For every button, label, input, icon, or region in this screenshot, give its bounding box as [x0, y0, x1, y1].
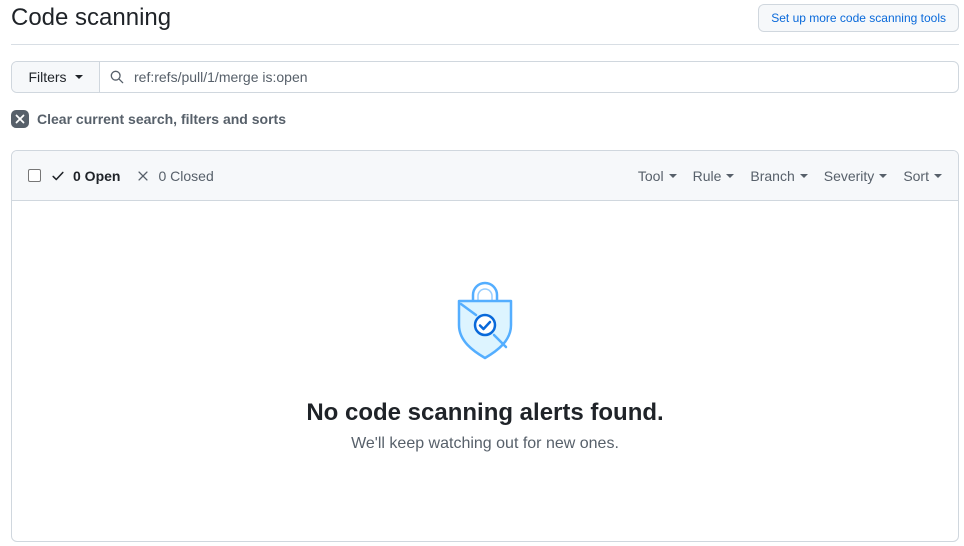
- filters-dropdown-button[interactable]: Filters: [12, 62, 100, 92]
- search-wrapper: [100, 62, 958, 92]
- open-count-label: 0 Open: [73, 167, 121, 184]
- search-icon: [110, 70, 124, 84]
- filter-bar: Filters: [11, 61, 959, 93]
- alerts-box: 0 Open 0 Closed Tool Rule Branch Severit…: [11, 150, 959, 542]
- select-all-checkbox[interactable]: [28, 169, 41, 182]
- empty-state-title: No code scanning alerts found.: [306, 399, 664, 426]
- branch-filter-label: Branch: [750, 167, 795, 184]
- caret-down-icon: [879, 173, 888, 178]
- caret-down-icon: [668, 173, 677, 178]
- sort-label: Sort: [903, 167, 929, 184]
- sort-dropdown[interactable]: Sort: [903, 168, 942, 184]
- rule-filter-label: Rule: [692, 167, 722, 184]
- setup-code-scanning-button[interactable]: Set up more code scanning tools: [758, 4, 959, 32]
- shield-check-icon: [457, 281, 513, 360]
- page-title: Code scanning: [11, 4, 172, 31]
- tool-filter-label: Tool: [637, 167, 664, 184]
- empty-state: No code scanning alerts found. We'll kee…: [12, 279, 958, 453]
- clear-filters-link[interactable]: Clear current search, filters and sorts: [11, 109, 286, 129]
- page-header: Code scanning Set up more code scanning …: [11, 0, 959, 45]
- clear-filters-label: Clear current search, filters and sorts: [37, 111, 286, 127]
- page: Code scanning Set up more code scanning …: [0, 0, 964, 546]
- alerts-box-header: 0 Open 0 Closed Tool Rule Branch Severit…: [12, 151, 958, 201]
- branch-filter-dropdown[interactable]: Branch: [750, 167, 808, 184]
- caret-down-icon: [934, 173, 942, 178]
- severity-filter-label: Severity: [823, 167, 875, 184]
- caret-down-icon: [74, 75, 83, 79]
- search-input[interactable]: [134, 62, 958, 92]
- filters-label: Filters: [28, 69, 67, 85]
- tab-open[interactable]: 0 Open: [51, 168, 120, 184]
- closed-count-label: 0 Closed: [158, 167, 214, 184]
- caret-down-icon: [799, 173, 808, 178]
- empty-state-subtitle: We'll keep watching out for new ones.: [351, 435, 619, 452]
- x-circle-icon: [11, 110, 29, 128]
- header-filters: Tool Rule Branch Severity Sort: [638, 151, 942, 200]
- caret-down-icon: [726, 173, 735, 178]
- tool-filter-dropdown[interactable]: Tool: [638, 168, 677, 184]
- x-icon: [138, 170, 149, 181]
- check-icon: [52, 171, 64, 180]
- rule-filter-dropdown[interactable]: Rule: [693, 168, 735, 184]
- tab-closed[interactable]: 0 Closed: [136, 167, 214, 184]
- severity-filter-dropdown[interactable]: Severity: [824, 168, 888, 184]
